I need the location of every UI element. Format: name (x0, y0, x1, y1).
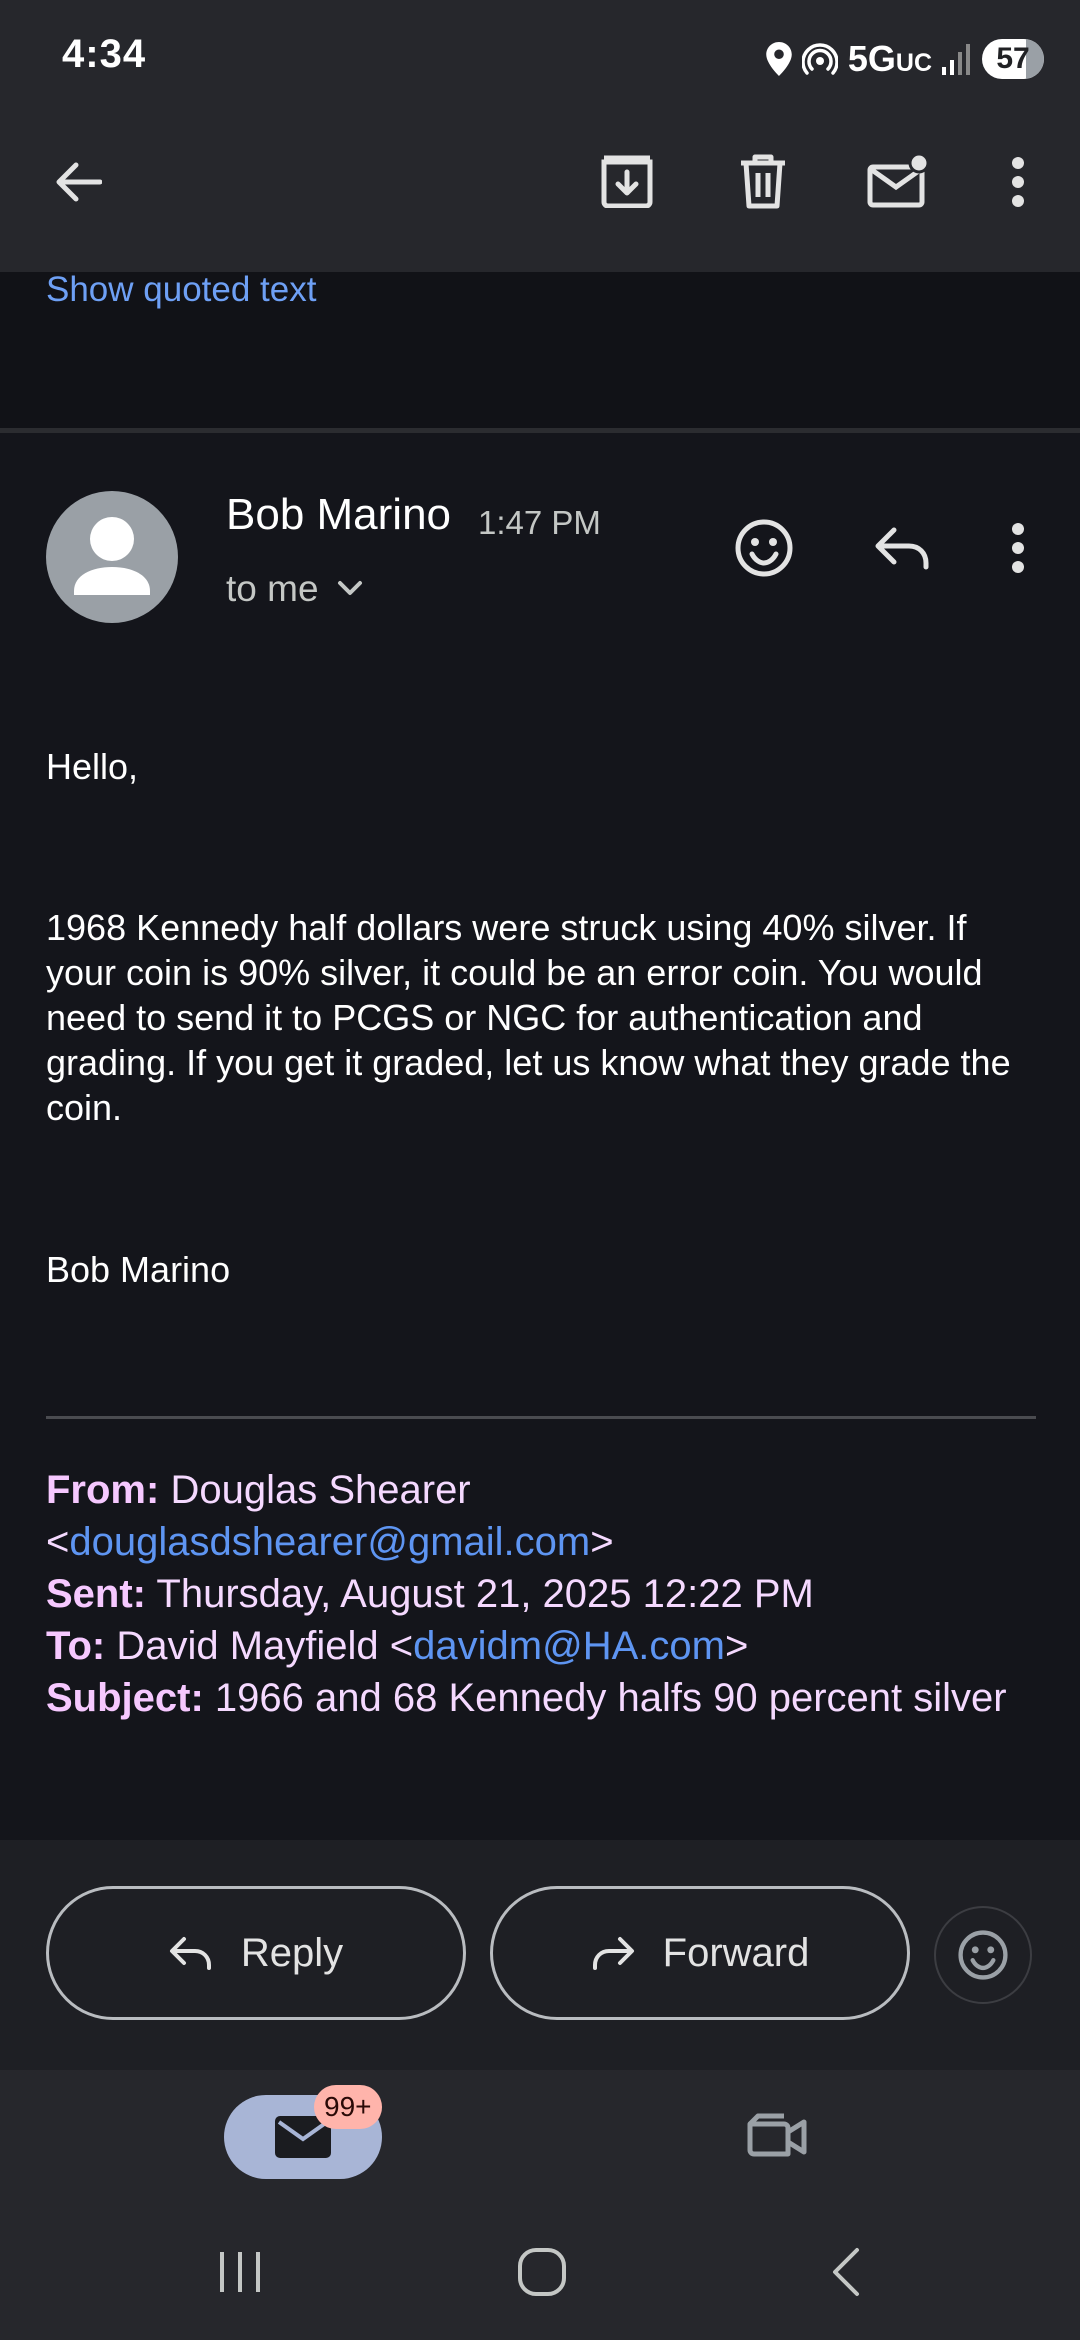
quoted-subject-line: Subject: 1966 and 68 Kennedy halfs 90 pe… (46, 1672, 1036, 1724)
recents-icon (216, 2248, 264, 2296)
reply-pill-button[interactable]: Reply (46, 1886, 466, 2020)
mail-unread-icon (867, 153, 931, 209)
from-name: Douglas Shearer (170, 1468, 471, 1512)
mail-unread-badge: 99+ (314, 2085, 382, 2129)
sender-avatar[interactable] (46, 491, 178, 623)
more-options-button[interactable] (994, 146, 1042, 218)
quoted-separator (46, 1416, 1036, 1419)
message-divider (0, 428, 1080, 433)
add-reaction-button[interactable] (728, 512, 800, 584)
home-icon (517, 2247, 567, 2297)
quoted-header: From: Douglas Shearer <douglasdshearer@g… (46, 1464, 1036, 1724)
body-greeting: Hello, (46, 746, 139, 787)
reply-icon (169, 1936, 213, 1970)
sent-label: Sent: (46, 1572, 146, 1616)
body-paragraph: 1968 Kennedy half dollars were struck us… (46, 907, 1011, 1128)
chevron-down-icon (337, 580, 363, 598)
mark-unread-button[interactable] (860, 144, 938, 218)
show-quoted-text-link[interactable]: Show quoted text (46, 270, 316, 310)
signal-icon (942, 43, 972, 75)
message-more-button[interactable] (994, 512, 1042, 584)
recipient-details-toggle[interactable]: to me (226, 568, 363, 610)
video-camera-icon (746, 2112, 810, 2160)
location-icon (766, 42, 792, 76)
subject-value: 1966 and 68 Kennedy halfs 90 percent sil… (214, 1676, 1007, 1720)
status-time: 4:34 (62, 32, 147, 76)
arrow-left-icon (54, 162, 102, 202)
trash-icon (738, 153, 788, 209)
quoted-sent-line: Sent: Thursday, August 21, 2025 12:22 PM (46, 1568, 1036, 1620)
home-button[interactable] (502, 2236, 582, 2308)
sent-value: Thursday, August 21, 2025 12:22 PM (156, 1572, 814, 1616)
forward-label: Forward (662, 1930, 810, 1975)
to-name: David Mayfield (116, 1624, 379, 1668)
recent-apps-button[interactable] (200, 2240, 280, 2304)
to-label: To: (46, 1624, 106, 1668)
sender-name[interactable]: Bob Marino (226, 490, 451, 540)
more-vert-icon (1010, 522, 1026, 574)
recipient-label: to me (226, 568, 319, 609)
to-email-link[interactable]: davidm@HA.com (413, 1624, 725, 1668)
more-vert-icon (1010, 156, 1026, 208)
hotspot-icon (801, 41, 838, 77)
system-back-button[interactable] (806, 2240, 886, 2304)
archive-button[interactable] (590, 144, 664, 218)
from-email-link[interactable]: douglasdshearer@gmail.com (69, 1520, 590, 1564)
from-label: From: (46, 1468, 160, 1512)
network-type: 5GUC (847, 38, 932, 79)
back-button[interactable] (40, 150, 116, 214)
reply-icon (874, 526, 930, 570)
status-icons: 5GUC 57 (766, 32, 1044, 86)
subject-label: Subject: (46, 1676, 204, 1720)
smiley-icon (735, 519, 793, 577)
forward-pill-button[interactable]: Forward (490, 1886, 910, 2020)
archive-icon (600, 154, 654, 208)
nav-meet-tab[interactable] (740, 2104, 816, 2168)
quoted-from-line: From: Douglas Shearer <douglasdshearer@g… (46, 1468, 614, 1564)
message-time: 1:47 PM (478, 504, 601, 541)
chevron-left-icon (829, 2246, 863, 2298)
quoted-to-line: To: David Mayfield <davidm@HA.com> (46, 1624, 749, 1668)
body-signature: Bob Marino (46, 1249, 231, 1290)
reply-label: Reply (240, 1930, 344, 1975)
delete-button[interactable] (726, 144, 800, 218)
reply-button[interactable] (866, 512, 938, 584)
battery-indicator: 57 (982, 39, 1044, 79)
react-emoji-button[interactable] (934, 1906, 1032, 2004)
smiley-icon (958, 1930, 1008, 1980)
forward-icon (591, 1936, 635, 1970)
